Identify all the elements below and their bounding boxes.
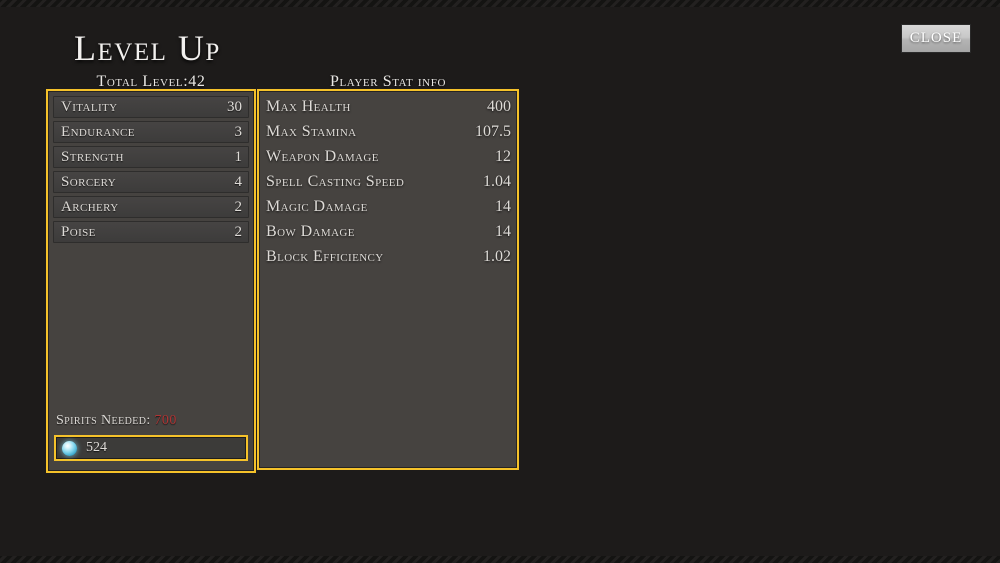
player-stat-row: Max Health 400 xyxy=(263,98,515,123)
player-stat-row: Weapon Damage 12 xyxy=(263,148,515,173)
player-stat-name: Weapon Damage xyxy=(266,148,379,165)
player-stat-name: Magic Damage xyxy=(266,198,368,215)
attribute-row[interactable]: Endurance 3 xyxy=(53,121,249,143)
attribute-name: Strength xyxy=(61,148,124,165)
level-up-panel: Vitality 30 Endurance 3 Strength 1 Sorcery 4 Arc… xyxy=(46,89,256,473)
player-stat-value: 12 xyxy=(495,148,511,165)
game-screen: Level Up CLOSE Total Level:42 Player Sta… xyxy=(0,0,1000,563)
attribute-value: 1 xyxy=(234,148,243,165)
player-stat-row: Max Stamina 107.5 xyxy=(263,123,515,148)
attribute-name: Archery xyxy=(61,198,119,215)
player-stat-value: 1.04 xyxy=(483,173,511,190)
attribute-list: Vitality 30 Endurance 3 Strength 1 Sorcery 4 Arc… xyxy=(53,96,249,246)
spirit-amount: 524 xyxy=(86,440,107,455)
player-stat-name: Max Health xyxy=(266,98,351,115)
player-stat-row: Bow Damage 14 xyxy=(263,223,515,248)
attribute-value: 2 xyxy=(234,223,243,240)
attribute-name: Vitality xyxy=(61,98,118,115)
player-stat-value: 400 xyxy=(487,98,511,115)
player-stat-value: 14 xyxy=(495,198,511,215)
player-stat-value: 107.5 xyxy=(475,123,511,140)
spirit-orb-icon xyxy=(62,440,77,456)
close-button[interactable]: CLOSE xyxy=(901,24,971,53)
letterbox-band-bottom xyxy=(0,556,1000,563)
spirits-needed-value: 700 xyxy=(154,413,177,428)
spirits-needed-text: Spirits Needed: xyxy=(56,413,151,428)
attribute-value: 30 xyxy=(227,98,242,115)
player-stat-name: Bow Damage xyxy=(266,223,355,240)
player-stat-row: Magic Damage 14 xyxy=(263,198,515,223)
player-stat-row: Block Efficiency 1.02 xyxy=(263,248,515,273)
letterbox-band-top xyxy=(0,0,1000,7)
attribute-name: Poise xyxy=(61,223,96,240)
attribute-row[interactable]: Archery 2 xyxy=(53,196,249,218)
player-stat-name: Block Efficiency xyxy=(266,248,384,265)
attribute-value: 4 xyxy=(234,173,243,190)
spirit-wallet: 524 xyxy=(54,435,248,461)
spirits-needed-label: Spirits Needed: 700 xyxy=(56,413,177,429)
player-stat-value: 14 xyxy=(495,223,511,240)
attribute-name: Sorcery xyxy=(61,173,117,190)
player-stat-panel: Max Health 400 Max Stamina 107.5 Weapon Dama… xyxy=(257,89,519,470)
player-stat-row: Spell Casting Speed 1.04 xyxy=(263,173,515,198)
page-title: Level Up xyxy=(74,28,221,68)
attribute-row[interactable]: Poise 2 xyxy=(53,221,249,243)
attribute-value: 2 xyxy=(234,198,243,215)
player-stat-list: Max Health 400 Max Stamina 107.5 Weapon Dama… xyxy=(263,98,515,273)
attribute-row[interactable]: Strength 1 xyxy=(53,146,249,168)
attribute-row[interactable]: Sorcery 4 xyxy=(53,171,249,193)
attribute-name: Endurance xyxy=(61,123,135,140)
player-stat-name: Spell Casting Speed xyxy=(266,173,405,190)
attribute-row[interactable]: Vitality 30 xyxy=(53,96,249,118)
player-stat-value: 1.02 xyxy=(483,248,511,265)
attribute-value: 3 xyxy=(234,123,243,140)
player-stat-name: Max Stamina xyxy=(266,123,357,140)
